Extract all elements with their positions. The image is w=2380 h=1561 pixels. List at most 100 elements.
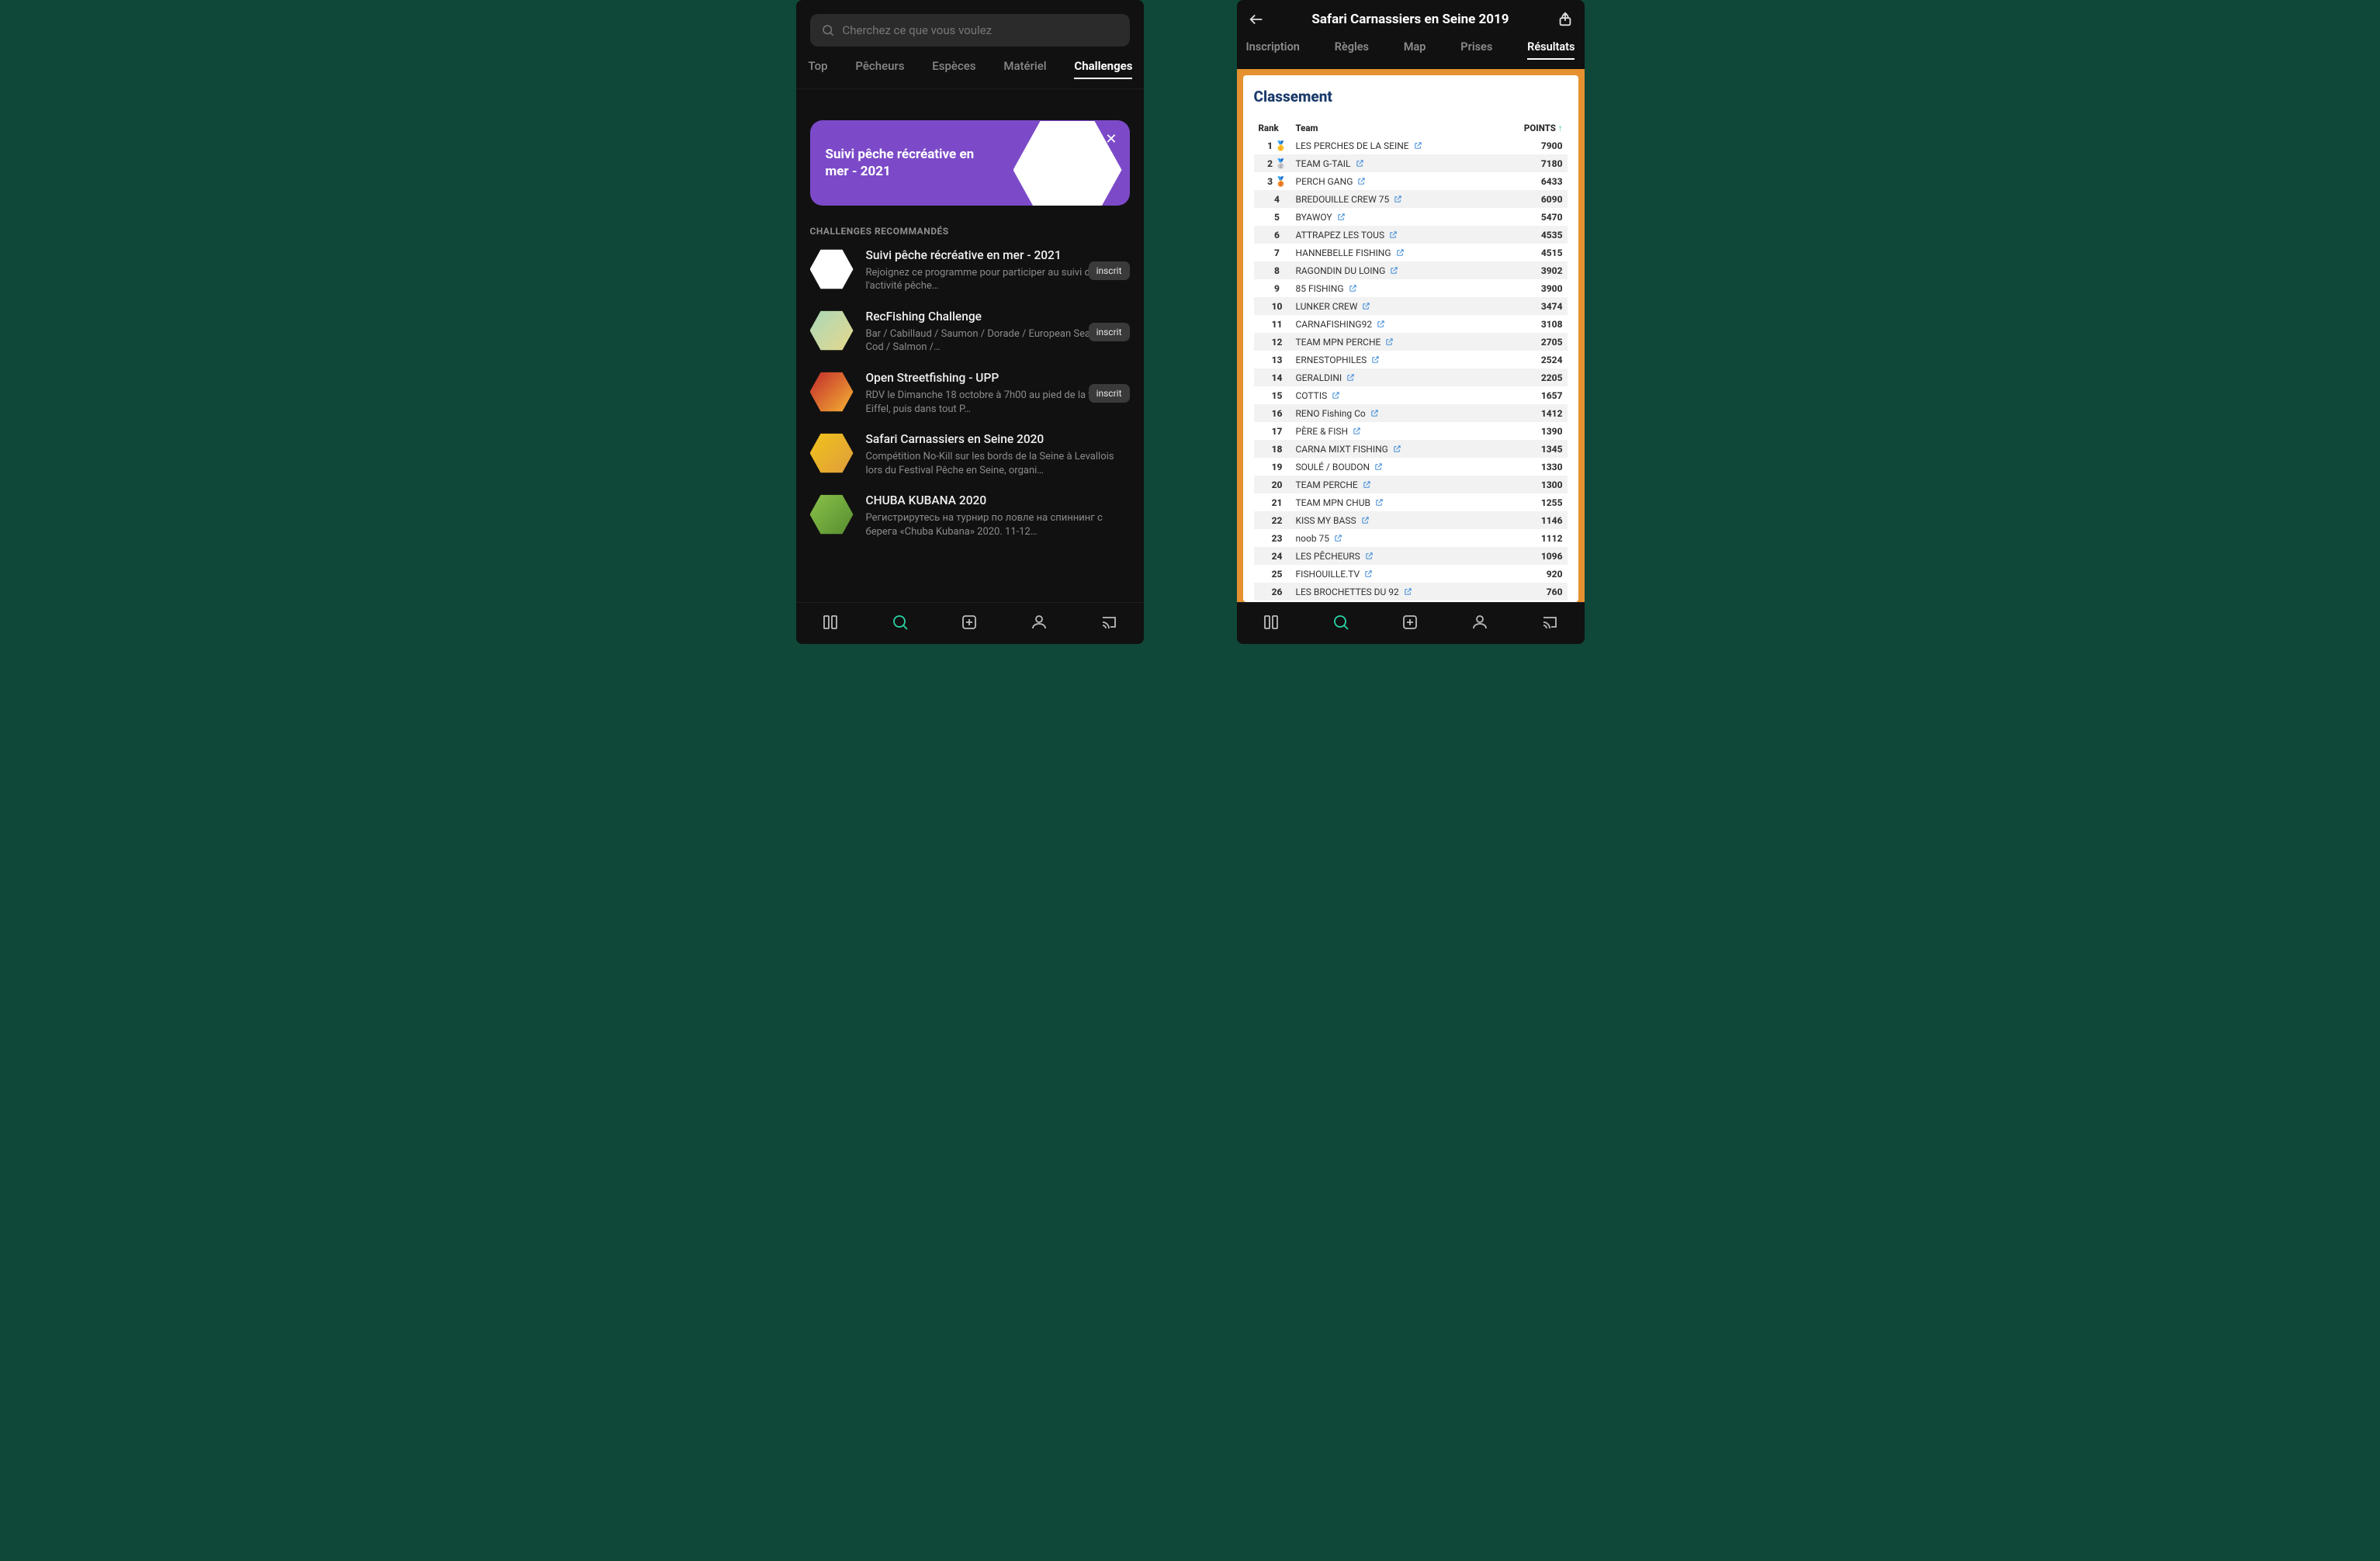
table-row[interactable]: 24 LES PÊCHEURS 1096 (1254, 547, 1568, 565)
external-link-icon[interactable] (1362, 302, 1370, 310)
profile-icon[interactable] (1030, 613, 1048, 635)
external-link-icon[interactable] (1364, 569, 1373, 578)
external-link-icon[interactable] (1385, 337, 1394, 346)
table-row[interactable]: 10 LUNKER CREW 3474 (1254, 297, 1568, 315)
table-row[interactable]: 3 🥉 PERCH GANG 6433 (1254, 172, 1568, 190)
external-link-icon[interactable] (1370, 409, 1379, 417)
cast-icon[interactable] (1540, 613, 1559, 635)
challenge-item[interactable]: Suivi pêche récréative en mer - 2021 Rej… (810, 247, 1130, 293)
external-link-icon[interactable] (1394, 195, 1402, 203)
add-icon[interactable] (960, 613, 979, 635)
external-link-icon[interactable] (1357, 177, 1366, 185)
share-icon[interactable] (1557, 11, 1574, 28)
external-link-icon[interactable] (1363, 480, 1371, 489)
cell-rank: 20 (1259, 479, 1296, 490)
feed-icon[interactable] (1262, 613, 1280, 635)
external-link-icon[interactable] (1334, 534, 1342, 542)
cell-team: TEAM MPN PERCHE (1296, 337, 1509, 348)
cell-points: 1096 (1509, 551, 1563, 562)
tab-espèces[interactable]: Espèces (932, 59, 975, 79)
table-row[interactable]: 20 TEAM PERCHE 1300 (1254, 476, 1568, 493)
tab-matériel[interactable]: Matériel (1003, 59, 1046, 79)
results-frame: Classement Rank Team POINTS ↑ 1 🥇 LES PE… (1237, 69, 1585, 602)
table-row[interactable]: 21 TEAM MPN CHUB 1255 (1254, 493, 1568, 511)
table-row[interactable]: 6 ATTRAPEZ LES TOUS 4535 (1254, 226, 1568, 244)
cell-team: COTTIS (1296, 390, 1509, 401)
table-row[interactable]: 13 ERNESTOPHILES 2524 (1254, 351, 1568, 369)
challenge-item[interactable]: Open Streetfishing - UPP RDV le Dimanche… (810, 370, 1130, 416)
challenge-hex-icon (810, 370, 854, 414)
external-link-icon[interactable] (1374, 462, 1383, 471)
table-row[interactable]: 14 GERALDINI 2205 (1254, 369, 1568, 386)
challenge-desc: Регистрирутесь на турнир по ловле на спи… (866, 511, 1130, 538)
external-link-icon[interactable] (1337, 213, 1346, 221)
table-row[interactable]: 12 TEAM MPN PERCHE 2705 (1254, 333, 1568, 351)
col-points[interactable]: POINTS ↑ (1509, 123, 1563, 133)
table-row[interactable]: 23 noob 75 1112 (1254, 529, 1568, 547)
external-link-icon[interactable] (1377, 320, 1385, 328)
search-input[interactable]: Cherchez ce que vous voulez (810, 14, 1130, 47)
table-row[interactable]: 17 PÈRE & FISH 1390 (1254, 422, 1568, 440)
cast-icon[interactable] (1100, 613, 1118, 635)
external-link-icon[interactable] (1390, 266, 1398, 275)
challenge-hex-icon (810, 431, 854, 475)
tab-inscription[interactable]: Inscription (1246, 40, 1300, 60)
challenge-item[interactable]: CHUBA KUBANA 2020 Регистрирутесь на турн… (810, 493, 1130, 538)
table-row[interactable]: 22 KISS MY BASS 1146 (1254, 511, 1568, 529)
profile-icon[interactable] (1471, 613, 1489, 635)
table-row[interactable]: 25 FISHOUILLE.TV 920 (1254, 565, 1568, 583)
external-link-icon[interactable] (1389, 230, 1398, 239)
table-row[interactable]: 7 HANNEBELLE FISHING 4515 (1254, 244, 1568, 261)
external-link-icon[interactable] (1356, 159, 1364, 168)
table-row[interactable]: 11 CARNAFISHING92 3108 (1254, 315, 1568, 333)
tab-challenges[interactable]: Challenges (1074, 59, 1132, 79)
back-icon[interactable] (1248, 11, 1265, 28)
status-badge: inscrit (1089, 261, 1130, 280)
table-row[interactable]: 2 🥈 TEAM G-TAIL 7180 (1254, 154, 1568, 172)
table-row[interactable]: 9 85 FISHING 3900 (1254, 279, 1568, 297)
table-row[interactable]: 5 BYAWOY 5470 (1254, 208, 1568, 226)
external-link-icon[interactable] (1365, 552, 1374, 560)
external-link-icon[interactable] (1332, 391, 1340, 400)
content-scroll[interactable]: Suivi pêche récréative en mer - 2021 ✕ C… (796, 89, 1144, 602)
external-link-icon[interactable] (1349, 284, 1357, 292)
tab-map[interactable]: Map (1404, 40, 1426, 60)
table-row[interactable]: 16 RENO Fishing Co 1412 (1254, 404, 1568, 422)
tab-règles[interactable]: Règles (1335, 40, 1369, 60)
table-row[interactable]: 8 RAGONDIN DU LOING 3902 (1254, 261, 1568, 279)
cell-rank: 8 (1259, 265, 1296, 276)
external-link-icon[interactable] (1404, 587, 1412, 596)
table-row[interactable]: 18 CARNA MIXT FISHING 1345 (1254, 440, 1568, 458)
external-link-icon[interactable] (1393, 445, 1401, 453)
search-nav-icon[interactable] (891, 613, 909, 635)
external-link-icon[interactable] (1375, 498, 1384, 507)
add-icon[interactable] (1401, 613, 1419, 635)
tab-prises[interactable]: Prises (1460, 40, 1492, 60)
cell-team: KISS MY BASS (1296, 515, 1509, 526)
cell-points: 6433 (1509, 176, 1563, 187)
challenge-item[interactable]: Safari Carnassiers en Seine 2020 Compéti… (810, 431, 1130, 477)
table-row[interactable]: 19 SOULÉ / BOUDON 1330 (1254, 458, 1568, 476)
challenge-item[interactable]: RecFishing Challenge Bar / Cabillaud / S… (810, 309, 1130, 355)
external-link-icon[interactable] (1353, 427, 1361, 435)
col-rank: Rank (1259, 123, 1296, 133)
promo-card[interactable]: Suivi pêche récréative en mer - 2021 ✕ (810, 120, 1130, 206)
external-link-icon[interactable] (1396, 248, 1405, 257)
cell-rank: 26 (1259, 587, 1296, 597)
table-row[interactable]: 1 🥇 LES PERCHES DE LA SEINE 7900 (1254, 137, 1568, 154)
challenge-title: RecFishing Challenge (866, 309, 1130, 325)
external-link-icon[interactable] (1414, 141, 1422, 150)
feed-icon[interactable] (821, 613, 840, 635)
tab-top[interactable]: Top (809, 59, 828, 79)
cell-team: SOULÉ / BOUDON (1296, 462, 1509, 472)
close-icon[interactable]: ✕ (1105, 131, 1117, 147)
external-link-icon[interactable] (1346, 373, 1355, 382)
external-link-icon[interactable] (1371, 355, 1380, 364)
table-row[interactable]: 4 BREDOUILLE CREW 75 6090 (1254, 190, 1568, 208)
table-row[interactable]: 15 COTTIS 1657 (1254, 386, 1568, 404)
table-row[interactable]: 26 LES BROCHETTES DU 92 760 (1254, 583, 1568, 601)
tab-résultats[interactable]: Résultats (1527, 40, 1575, 60)
search-nav-icon[interactable] (1332, 613, 1350, 635)
external-link-icon[interactable] (1361, 516, 1370, 524)
tab-pêcheurs[interactable]: Pêcheurs (855, 59, 904, 79)
